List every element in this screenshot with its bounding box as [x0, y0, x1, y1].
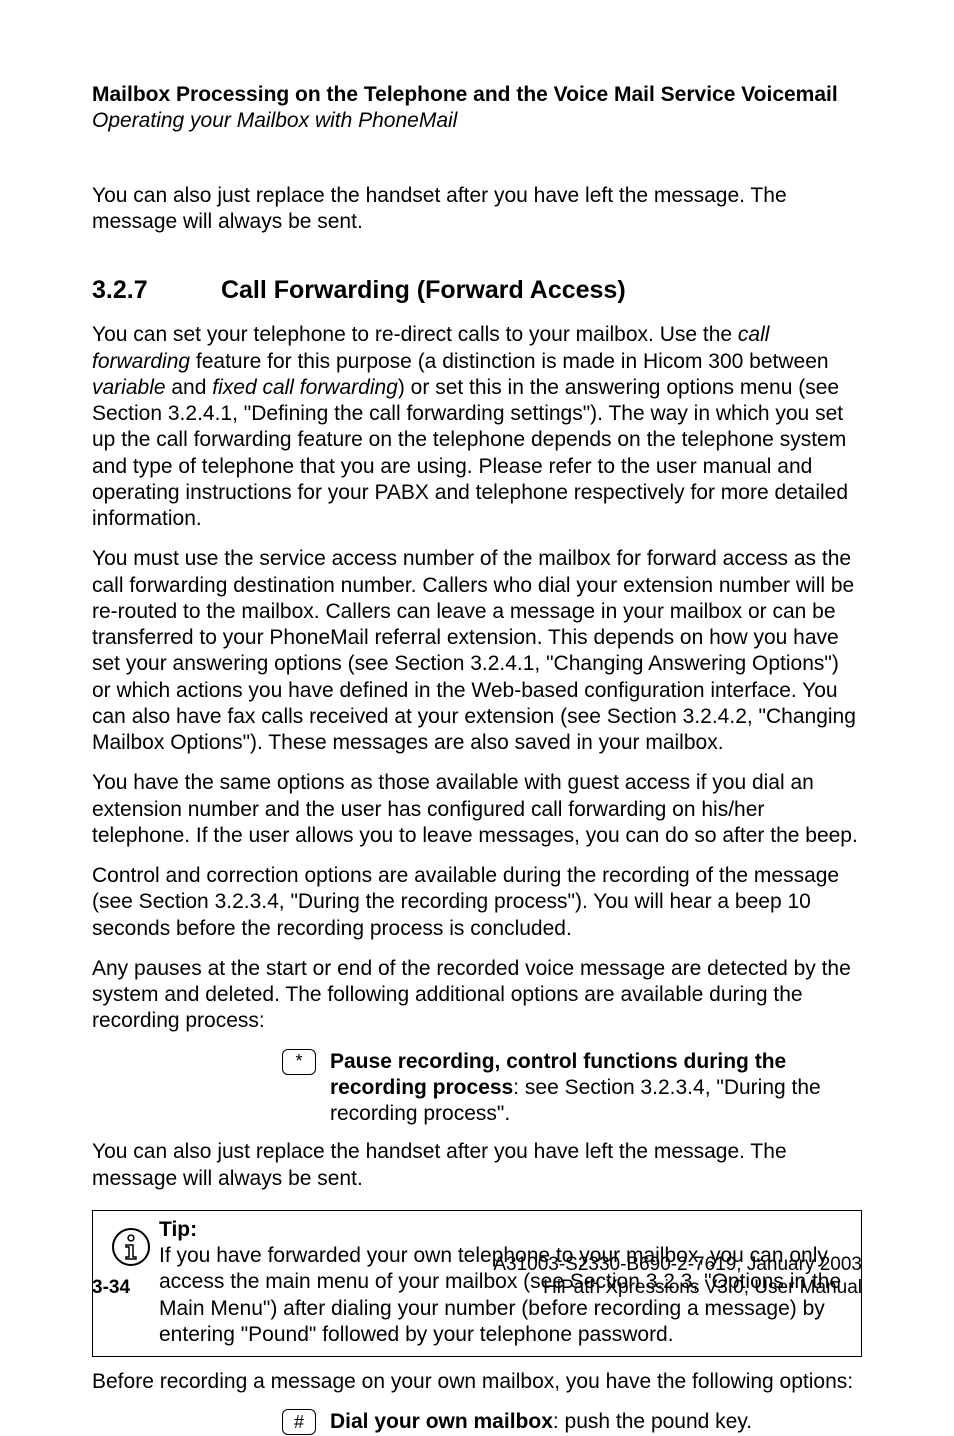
pound-key-instruction: # Dial your own mailbox: push the pound … [282, 1409, 862, 1435]
paragraph-5: Any pauses at the start or end of the re… [92, 956, 862, 1035]
p1-variable-term: variable [92, 376, 166, 399]
section-heading: 3.2.7 Call Forwarding (Forward Access) [92, 275, 862, 306]
footer-doc-id: A31003-S2330-B690-2-7619, January 2003 [493, 1254, 862, 1275]
star-key-icon: * [282, 1049, 316, 1075]
page-footer: 3-34 A31003-S2330-B690-2-7619, January 2… [92, 1253, 862, 1301]
star-instruction-text: Pause recording, control functions durin… [330, 1049, 862, 1128]
footer-left: 3-34 [92, 1253, 130, 1301]
star-key-instruction: * Pause recording, control functions dur… [282, 1049, 862, 1128]
paragraph-3: You have the same options as those avail… [92, 770, 862, 849]
p1-fixed-term: fixed call forwarding [212, 376, 398, 399]
dial-mailbox-label: Dial your own mailbox [330, 1410, 553, 1433]
section-number: 3.2.7 [92, 275, 214, 306]
paragraph-4: Control and correction options are avail… [92, 863, 862, 942]
p1-part-b: feature for this purpose (a distinction … [190, 350, 829, 373]
pound-instruction-text: Dial your own mailbox: push the pound ke… [330, 1409, 862, 1435]
paragraph-6: You can also just replace the handset af… [92, 1139, 862, 1192]
footer-product: HiPath Xpressions V3.0, User Manual [543, 1277, 862, 1298]
pound-key-icon: # [282, 1409, 316, 1435]
p1-part-c: and [166, 376, 213, 399]
page-number: 3-34 [92, 1277, 130, 1298]
intro-paragraph: You can also just replace the handset af… [92, 183, 862, 236]
dial-mailbox-rest: : push the pound key. [553, 1410, 752, 1433]
paragraph-1: You can set your telephone to re-direct … [92, 322, 862, 532]
page-header: Mailbox Processing on the Telephone and … [92, 82, 862, 135]
header-title: Mailbox Processing on the Telephone and … [92, 82, 862, 108]
before-recording-paragraph: Before recording a message on your own m… [92, 1369, 862, 1395]
paragraph-2: You must use the service access number o… [92, 546, 862, 756]
footer-right: A31003-S2330-B690-2-7619, January 2003 H… [493, 1253, 862, 1301]
tip-label: Tip: [159, 1218, 197, 1241]
section-title-text: Call Forwarding (Forward Access) [221, 276, 626, 304]
header-subtitle: Operating your Mailbox with PhoneMail [92, 108, 862, 134]
p1-part-a: You can set your telephone to re-direct … [92, 323, 738, 346]
